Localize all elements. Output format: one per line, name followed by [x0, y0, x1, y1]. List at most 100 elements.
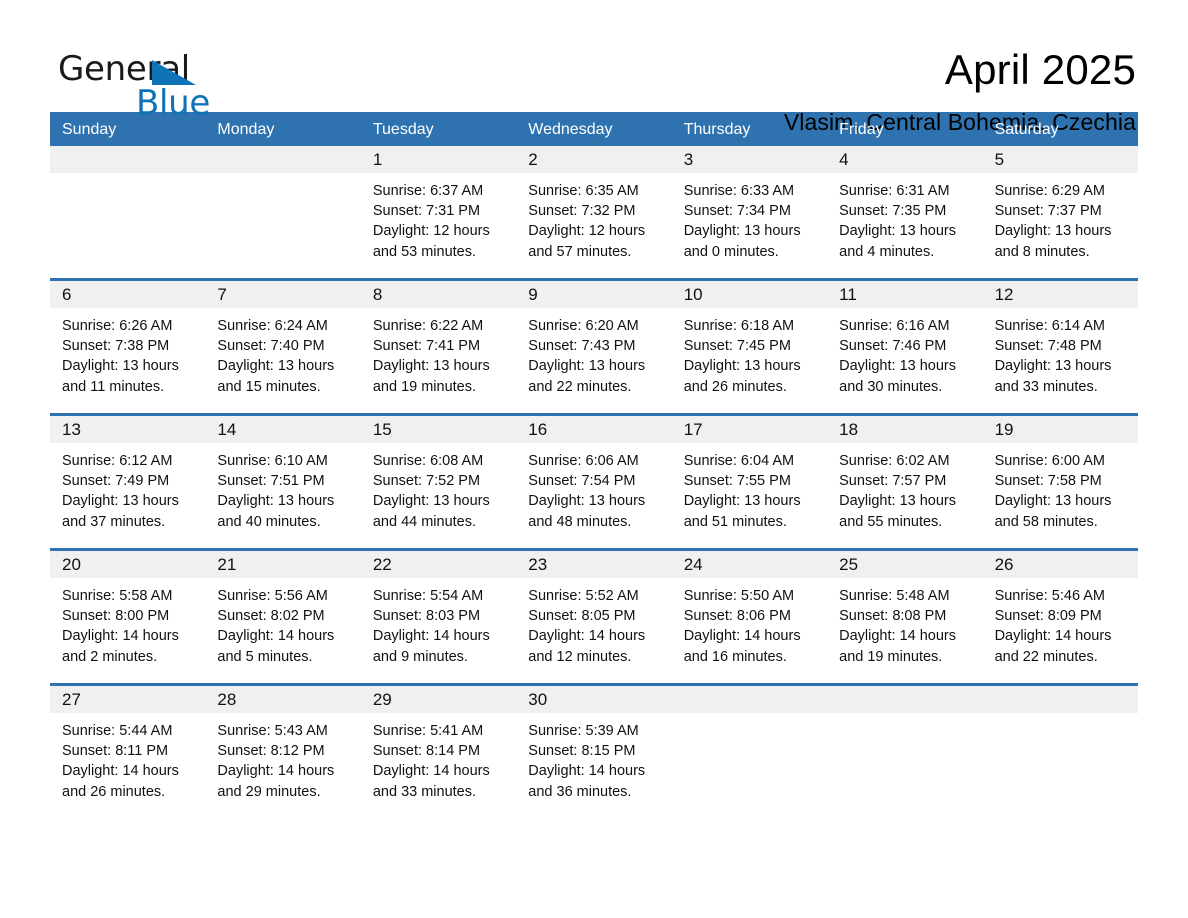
day-number: 8 [360, 281, 517, 308]
sunset-text: Sunset: 8:08 PM [839, 608, 947, 625]
day-cell-2[interactable]: 2 Sunrise: 6:35 AM Sunset: 7:32 PM Daylight… [516, 146, 672, 278]
day-cell-empty [827, 686, 983, 818]
day-cell-4[interactable]: 4 Sunrise: 6:31 AM Sunset: 7:35 PM Daylight… [827, 146, 983, 278]
day-cell-11[interactable]: 11 Sunrise: 6:16 AM Sunset: 7:46 PM Dayligh… [827, 281, 983, 413]
day-cell-23[interactable]: 23 Sunrise: 5:52 AM Sunset: 8:05 PM Dayligh… [516, 551, 672, 683]
day-number: 30 [516, 686, 672, 713]
daylight-line2-text: and 29 minutes. [217, 783, 321, 800]
day-number: 1 [360, 146, 517, 173]
day-cell-21[interactable]: 21 Sunrise: 5:56 AM Sunset: 8:02 PM Dayligh… [205, 551, 361, 683]
day-details: Sunrise: 6:29 AM Sunset: 7:37 PM Daylight:… [983, 173, 1138, 262]
day-details: Sunrise: 6:31 AM Sunset: 7:35 PM Daylight:… [827, 173, 982, 262]
day-details: Sunrise: 6:20 AM Sunset: 7:43 PM Daylight:… [516, 308, 671, 397]
day-cell-20[interactable]: 20 Sunrise: 5:58 AM Sunset: 8:00 PM Dayligh… [50, 551, 206, 683]
sunrise-text: Sunrise: 6:20 AM [528, 318, 639, 334]
sunset-text: Sunset: 7:46 PM [839, 338, 947, 355]
day-number: 27 [50, 686, 206, 713]
sunrise-text: Sunrise: 6:12 AM [62, 453, 173, 469]
day-number: 23 [516, 551, 672, 578]
daylight-line1-text: Daylight: 13 hours [528, 493, 646, 510]
sunset-text: Sunset: 8:03 PM [372, 608, 481, 625]
day-number: 4 [827, 146, 983, 173]
day-cell-28[interactable]: 28 Sunrise: 5:43 AM Sunset: 8:12 PM Dayligh… [205, 686, 361, 818]
day-details: Sunrise: 5:39 AM Sunset: 8:15 PM Daylight:… [516, 713, 671, 802]
daylight-line2-text: and 26 minutes. [683, 378, 787, 395]
sunset-text: Sunset: 7:55 PM [683, 473, 791, 490]
daylight-line2-text: and 5 minutes. [217, 648, 313, 665]
day-number: 12 [982, 281, 1138, 308]
day-cell-6[interactable]: 6 Sunrise: 6:26 AM Sunset: 7:38 PM Daylight… [50, 281, 206, 413]
sunset-text: Sunset: 7:38 PM [62, 338, 170, 355]
logo-text-blue: Blue [136, 83, 211, 123]
day-number: 9 [516, 281, 672, 308]
day-cell-1[interactable]: 1 Sunrise: 6:37 AM Sunset: 7:31 PM Daylight… [360, 146, 517, 278]
day-cell-9[interactable]: 9 Sunrise: 6:20 AM Sunset: 7:43 PM Daylight… [516, 281, 672, 413]
sunrise-text: Sunrise: 6:16 AM [839, 318, 950, 334]
sunset-text: Sunset: 7:49 PM [62, 473, 170, 490]
day-cell-13[interactable]: 13 Sunrise: 6:12 AM Sunset: 7:49 PM Dayligh… [50, 416, 206, 548]
day-cell-30[interactable]: 30 Sunrise: 5:39 AM Sunset: 8:15 PM Dayligh… [516, 686, 672, 818]
day-details: Sunrise: 6:37 AM Sunset: 7:31 PM Daylight:… [361, 173, 516, 262]
daylight-line2-text: and 2 minutes. [62, 648, 158, 665]
daylight-line2-text: and 11 minutes. [62, 378, 165, 395]
day-details: Sunrise: 5:50 AM Sunset: 8:06 PM Daylight:… [672, 578, 827, 667]
day-number [205, 146, 361, 173]
sunrise-text: Sunrise: 6:10 AM [217, 453, 328, 469]
sunset-text: Sunset: 7:45 PM [683, 338, 791, 355]
day-number [982, 686, 1138, 713]
day-cell-7[interactable]: 7 Sunrise: 6:24 AM Sunset: 7:40 PM Daylight… [205, 281, 361, 413]
day-number [827, 686, 983, 713]
day-cell-27[interactable]: 27 Sunrise: 5:44 AM Sunset: 8:11 PM Dayligh… [50, 686, 206, 818]
day-cell-29[interactable]: 29 Sunrise: 5:41 AM Sunset: 8:14 PM Dayligh… [360, 686, 517, 818]
day-cell-3[interactable]: 3 Sunrise: 6:33 AM Sunset: 7:34 PM Daylight… [671, 146, 828, 278]
calendar-week-row: 6 Sunrise: 6:26 AM Sunset: 7:38 PM Daylight… [50, 278, 1138, 413]
daylight-line1-text: Daylight: 13 hours [217, 358, 335, 375]
daylight-line2-text: and 19 minutes. [839, 648, 943, 665]
daylight-line1-text: Daylight: 14 hours [217, 763, 335, 780]
day-cell-8[interactable]: 8 Sunrise: 6:22 AM Sunset: 7:41 PM Daylight… [360, 281, 517, 413]
day-number: 15 [360, 416, 517, 443]
sunrise-text: Sunrise: 6:35 AM [528, 183, 639, 199]
sunset-text: Sunset: 7:35 PM [839, 203, 947, 220]
daylight-line2-text: and 51 minutes. [683, 513, 787, 530]
day-cell-19[interactable]: 19 Sunrise: 6:00 AM Sunset: 7:58 PM Dayligh… [982, 416, 1138, 548]
sunset-text: Sunset: 7:43 PM [528, 338, 636, 355]
day-cell-25[interactable]: 25 Sunrise: 5:48 AM Sunset: 8:08 PM Dayligh… [827, 551, 983, 683]
calendar-week-row: 27 Sunrise: 5:44 AM Sunset: 8:11 PM Dayligh… [50, 683, 1138, 818]
general-blue-logo[interactable]: General Blue [58, 46, 288, 123]
sunset-text: Sunset: 8:15 PM [528, 743, 636, 760]
daylight-line1-text: Daylight: 13 hours [683, 358, 801, 375]
day-cell-16[interactable]: 16 Sunrise: 6:06 AM Sunset: 7:54 PM Dayligh… [516, 416, 672, 548]
day-cell-17[interactable]: 17 Sunrise: 6:04 AM Sunset: 7:55 PM Dayligh… [671, 416, 828, 548]
daylight-line1-text: Daylight: 13 hours [994, 223, 1112, 240]
day-cell-22[interactable]: 22 Sunrise: 5:54 AM Sunset: 8:03 PM Dayligh… [360, 551, 517, 683]
sunrise-text: Sunrise: 6:00 AM [994, 453, 1105, 469]
sunset-text: Sunset: 8:12 PM [217, 743, 325, 760]
day-details: Sunrise: 6:33 AM Sunset: 7:34 PM Daylight:… [672, 173, 827, 262]
daylight-line2-text: and 26 minutes. [62, 783, 166, 800]
day-number: 16 [516, 416, 672, 443]
day-cell-15[interactable]: 15 Sunrise: 6:08 AM Sunset: 7:52 PM Dayligh… [360, 416, 517, 548]
day-details: Sunrise: 5:56 AM Sunset: 8:02 PM Daylight:… [205, 578, 360, 667]
day-number: 14 [205, 416, 361, 443]
day-cell-12[interactable]: 12 Sunrise: 6:14 AM Sunset: 7:48 PM Dayligh… [982, 281, 1138, 413]
daylight-line1-text: Daylight: 13 hours [839, 493, 957, 510]
daylight-line2-text: and 16 minutes. [683, 648, 787, 665]
sunrise-text: Sunrise: 5:46 AM [994, 588, 1105, 604]
day-details: Sunrise: 6:04 AM Sunset: 7:55 PM Daylight:… [672, 443, 827, 532]
day-cell-18[interactable]: 18 Sunrise: 6:02 AM Sunset: 7:57 PM Dayligh… [827, 416, 983, 548]
day-cell-24[interactable]: 24 Sunrise: 5:50 AM Sunset: 8:06 PM Dayligh… [671, 551, 828, 683]
daylight-line2-text: and 4 minutes. [839, 243, 935, 260]
daylight-line1-text: Daylight: 13 hours [683, 223, 801, 240]
day-cell-14[interactable]: 14 Sunrise: 6:10 AM Sunset: 7:51 PM Dayligh… [205, 416, 361, 548]
day-number: 3 [671, 146, 828, 173]
sunrise-text: Sunrise: 6:31 AM [839, 183, 950, 199]
day-details: Sunrise: 6:00 AM Sunset: 7:58 PM Daylight:… [983, 443, 1138, 532]
daylight-line2-text: and 58 minutes. [994, 513, 1098, 530]
daylight-line2-text: and 40 minutes. [217, 513, 321, 530]
page-header: General Blue April 2025 Vlasim, Central … [0, 0, 1188, 135]
day-cell-5[interactable]: 5 Sunrise: 6:29 AM Sunset: 7:37 PM Daylight… [982, 146, 1138, 278]
day-cell-26[interactable]: 26 Sunrise: 5:46 AM Sunset: 8:09 PM Dayligh… [982, 551, 1138, 683]
day-cell-10[interactable]: 10 Sunrise: 6:18 AM Sunset: 7:45 PM Dayligh… [671, 281, 828, 413]
daylight-line1-text: Daylight: 14 hours [372, 763, 490, 780]
